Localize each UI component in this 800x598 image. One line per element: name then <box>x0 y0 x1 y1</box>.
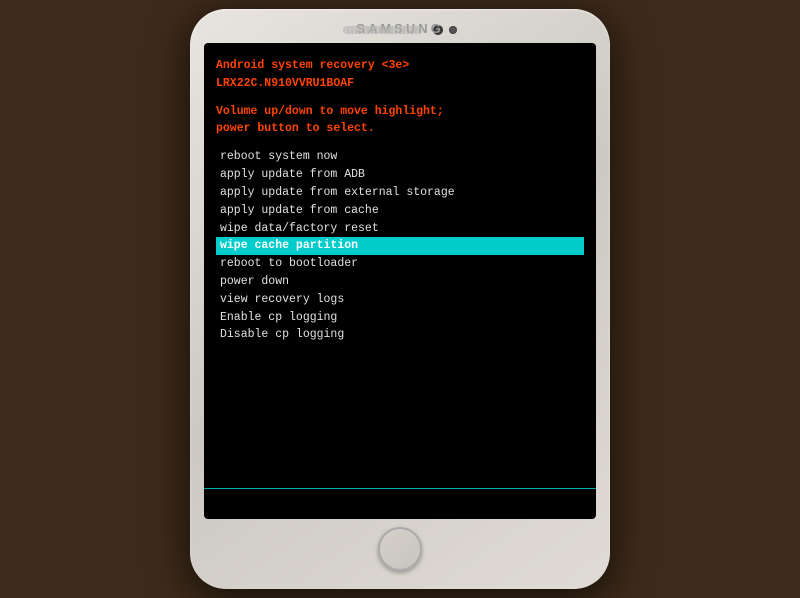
menu-item-apply-cache[interactable]: apply update from cache <box>216 202 584 220</box>
bottom-separator <box>204 488 596 489</box>
home-button[interactable] <box>378 527 422 571</box>
menu-item-view-logs[interactable]: view recovery logs <box>216 291 584 309</box>
recovery-title-line1: Android system recovery <3e> <box>216 57 584 75</box>
phone-device: SAMSUNG Android system recovery <3e> LRX… <box>190 9 610 589</box>
recovery-console: Android system recovery <3e> LRX22C.N910… <box>204 43 596 519</box>
sensor-icon <box>449 26 457 34</box>
menu-item-apply-external[interactable]: apply update from external storage <box>216 184 584 202</box>
menu-item-enable-cp[interactable]: Enable cp logging <box>216 309 584 327</box>
recovery-menu: reboot system nowapply update from ADBap… <box>216 148 584 344</box>
instruction-line1: Volume up/down to move highlight; <box>216 103 584 121</box>
phone-screen: Android system recovery <3e> LRX22C.N910… <box>204 43 596 519</box>
menu-item-power-down[interactable]: power down <box>216 273 584 291</box>
menu-item-disable-cp[interactable]: Disable cp logging <box>216 326 584 344</box>
menu-item-reboot-system[interactable]: reboot system now <box>216 148 584 166</box>
menu-item-wipe-cache[interactable]: wipe cache partition <box>216 237 584 255</box>
speaker-grille <box>343 26 423 34</box>
menu-item-apply-adb[interactable]: apply update from ADB <box>216 166 584 184</box>
menu-item-wipe-data[interactable]: wipe data/factory reset <box>216 220 584 238</box>
phone-bottom-bar <box>204 519 596 575</box>
instruction-line2: power button to select. <box>216 120 584 138</box>
menu-item-reboot-bootloader[interactable]: reboot to bootloader <box>216 255 584 273</box>
recovery-title-line2: LRX22C.N910VVRU1BOAF <box>216 75 584 93</box>
phone-top-bar: SAMSUNG <box>204 19 596 43</box>
